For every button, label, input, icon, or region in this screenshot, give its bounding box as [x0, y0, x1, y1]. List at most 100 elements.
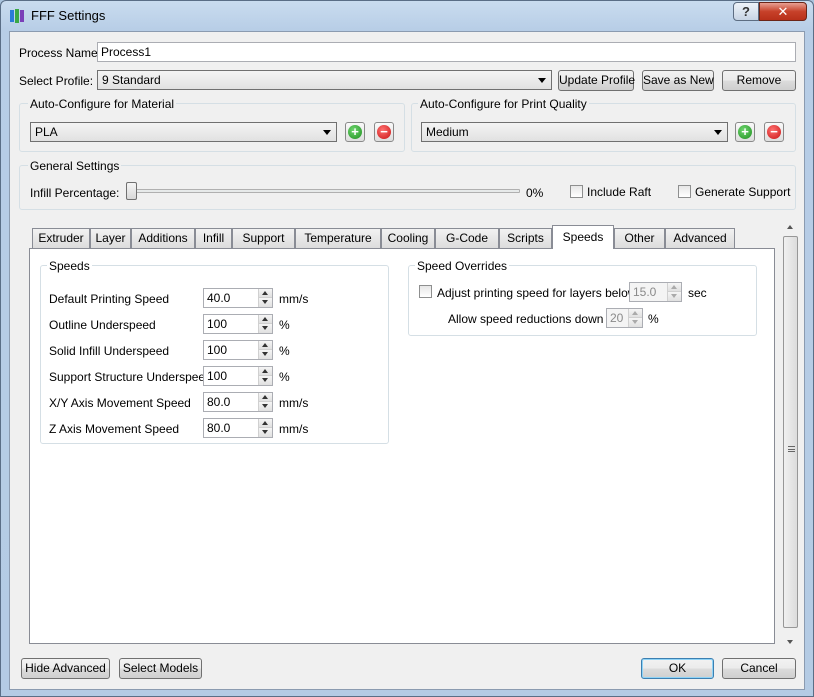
default-printing-speed-unit: mm/s — [279, 292, 309, 306]
infill-slider-track[interactable] — [128, 189, 520, 193]
remove-material-button[interactable]: − — [374, 122, 394, 142]
add-icon: + — [738, 125, 752, 139]
general-settings-group: General Settings Infill Percentage: 0% I… — [19, 159, 796, 210]
add-print-quality-button[interactable]: + — [735, 122, 755, 142]
tab-support[interactable]: Support — [232, 228, 295, 248]
default-printing-speed-value: 40.0 — [207, 291, 231, 305]
z-axis-movement-speed-value: 80.0 — [207, 421, 231, 435]
tab-g-code[interactable]: G-Code — [435, 228, 499, 248]
tab-extruder[interactable]: Extruder — [32, 228, 90, 248]
spin-up-icon[interactable] — [259, 289, 272, 298]
add-icon: + — [348, 125, 362, 139]
solid-infill-underspeed-label: Solid Infill Underspeed — [49, 344, 170, 358]
add-material-button[interactable]: + — [345, 122, 365, 142]
speeds-group: Speeds Default Printing Speed 40.0 mm/s Out… — [40, 259, 389, 444]
tab-layer[interactable]: Layer — [90, 228, 131, 248]
tab-other[interactable]: Other — [614, 228, 665, 248]
adjust-speed-layer-time-spinner[interactable]: 15.0 — [629, 282, 682, 302]
outline-underspeed-value: 100 — [207, 317, 228, 331]
solid-infill-underspeed-spinner[interactable]: 100 — [203, 340, 273, 360]
close-button[interactable]: ✕ — [759, 2, 807, 21]
tab-additions[interactable]: Additions — [131, 228, 195, 248]
remove-icon: − — [377, 125, 391, 139]
spin-up-icon[interactable] — [259, 393, 272, 402]
outline-underspeed-label: Outline Underspeed — [49, 318, 156, 332]
x-y-axis-movement-speed-unit: mm/s — [279, 396, 309, 410]
include-raft-label: Include Raft — [587, 185, 652, 199]
settings-scrollbar[interactable] — [782, 220, 799, 650]
scrollbar-thumb[interactable] — [783, 236, 798, 628]
spin-down-icon[interactable] — [259, 376, 272, 385]
hide-advanced-button[interactable]: Hide Advanced — [21, 658, 110, 679]
print-quality-select[interactable]: Medium — [421, 122, 728, 142]
tab-advanced[interactable]: Advanced — [665, 228, 735, 248]
select-profile-label: Select Profile: — [19, 74, 94, 88]
remove-profile-button[interactable]: Remove — [722, 70, 796, 91]
spin-down-icon[interactable] — [259, 350, 272, 359]
outline-underspeed-spinner[interactable]: 100 — [203, 314, 273, 334]
tab-cooling[interactable]: Cooling — [381, 228, 435, 248]
infill-percentage-value: 0% — [526, 186, 544, 200]
support-structure-underspeed-unit: % — [279, 370, 290, 384]
title-bar[interactable]: FFF Settings ? ✕ — [1, 1, 813, 31]
x-y-axis-movement-speed-label: X/Y Axis Movement Speed — [49, 396, 191, 410]
tab-temperature[interactable]: Temperature — [295, 228, 381, 248]
x-y-axis-movement-speed-spinner[interactable]: 80.0 — [203, 392, 273, 412]
spin-down-icon[interactable] — [259, 428, 272, 437]
spin-up-icon[interactable] — [259, 315, 272, 324]
remove-print-quality-button[interactable]: − — [764, 122, 784, 142]
adjust-speed-label: Adjust printing speed for layers below — [437, 286, 637, 300]
general-settings-title: General Settings — [28, 159, 122, 173]
print-quality-group-title: Auto-Configure for Print Quality — [418, 97, 589, 111]
tab-speeds[interactable]: Speeds — [552, 225, 614, 249]
allow-speed-reduction-label: Allow speed reductions down to — [448, 312, 617, 326]
speeds-group-title: Speeds — [47, 259, 92, 273]
dialog-client: Process Name: Process1 Select Profile: 9… — [9, 31, 805, 690]
spin-down-icon[interactable] — [259, 402, 272, 411]
tab-scripts[interactable]: Scripts — [499, 228, 552, 248]
save-as-new-button[interactable]: Save as New — [642, 70, 714, 91]
include-raft-checkbox[interactable] — [570, 185, 583, 198]
ok-button[interactable]: OK — [641, 658, 714, 679]
spin-down-icon[interactable] — [259, 324, 272, 333]
cancel-button[interactable]: Cancel — [722, 658, 796, 679]
spin-up-icon[interactable] — [259, 367, 272, 376]
scroll-up-icon[interactable] — [787, 225, 793, 229]
material-select[interactable]: PLA — [30, 122, 337, 142]
help-button[interactable]: ? — [733, 2, 759, 21]
window-title: FFF Settings — [31, 8, 106, 23]
adjust-speed-unit: sec — [688, 286, 707, 300]
app-icon — [10, 9, 24, 23]
generate-support-checkbox[interactable] — [678, 185, 691, 198]
spin-down-icon[interactable] — [629, 318, 642, 327]
tab-infill[interactable]: Infill — [195, 228, 232, 248]
solid-infill-underspeed-unit: % — [279, 344, 290, 358]
z-axis-movement-speed-spinner[interactable]: 80.0 — [203, 418, 273, 438]
speed-overrides-title: Speed Overrides — [415, 259, 510, 273]
spin-up-icon[interactable] — [259, 341, 272, 350]
z-axis-movement-speed-label: Z Axis Movement Speed — [49, 422, 180, 436]
select-models-button[interactable]: Select Models — [119, 658, 202, 679]
infill-percentage-label: Infill Percentage: — [30, 186, 120, 200]
material-group-title: Auto-Configure for Material — [28, 97, 177, 111]
support-structure-underspeed-label: Support Structure Underspeed — [49, 370, 212, 384]
adjust-speed-checkbox[interactable] — [419, 285, 432, 298]
infill-slider-thumb[interactable] — [126, 182, 137, 200]
update-profile-button[interactable]: Update Profile — [558, 70, 635, 91]
allow-speed-reduction-spinner[interactable]: 20 — [606, 308, 643, 328]
spin-up-icon[interactable] — [668, 283, 681, 292]
default-printing-speed-spinner[interactable]: 40.0 — [203, 288, 273, 308]
process-name-input[interactable]: Process1 — [97, 42, 796, 62]
spin-down-icon[interactable] — [259, 298, 272, 307]
remove-icon: − — [767, 125, 781, 139]
speeds-tab-pane: Speeds Default Printing Speed 40.0 mm/s Out… — [29, 248, 775, 644]
solid-infill-underspeed-value: 100 — [207, 343, 228, 357]
material-select-value: PLA — [35, 125, 58, 139]
scroll-down-icon[interactable] — [787, 640, 793, 644]
support-structure-underspeed-spinner[interactable]: 100 — [203, 366, 273, 386]
profile-select[interactable]: 9 Standard — [97, 70, 552, 90]
spin-up-icon[interactable] — [259, 419, 272, 428]
speed-overrides-group: Speed Overrides Adjust printing speed fo… — [408, 259, 757, 336]
spin-up-icon[interactable] — [629, 309, 642, 318]
spin-down-icon[interactable] — [668, 292, 681, 301]
